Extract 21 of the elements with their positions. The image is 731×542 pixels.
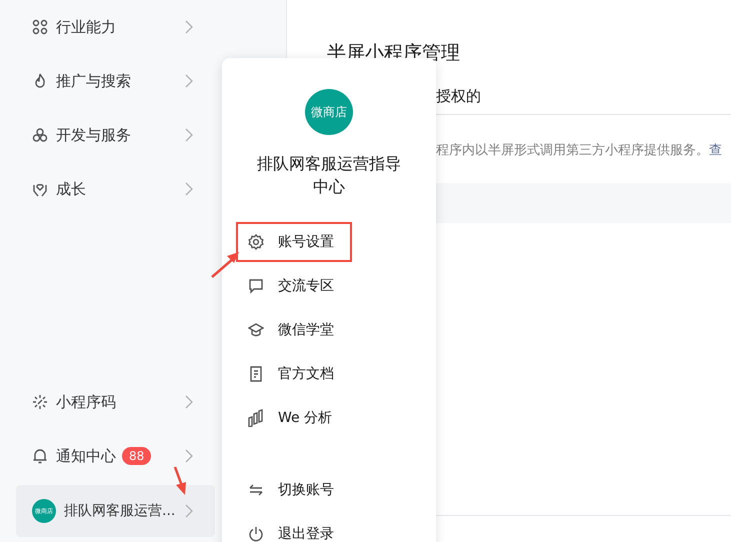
sidebar-item[interactable]: 成长 — [16, 162, 215, 216]
sidebar-item[interactable]: 推广与搜索 — [16, 54, 215, 108]
menu-item[interactable]: 交流专区 — [236, 266, 422, 306]
sidebar-item[interactable]: 行业能力 — [16, 0, 215, 54]
sidebar-item[interactable]: 小程序码 — [16, 375, 215, 429]
count-badge: 88 — [122, 447, 152, 465]
description: 程序内以半屏形式调用第三方小程序提供服务。查 — [436, 142, 723, 159]
account-name: 排队网客服运营指导中心 — [256, 153, 402, 198]
menu-item[interactable]: 切换账号 — [236, 470, 422, 510]
link[interactable]: 查 — [709, 143, 722, 158]
avatar: 微商店 — [305, 89, 353, 135]
menu-item[interactable]: We 分析 — [236, 398, 422, 438]
menu-item[interactable]: 微信学堂 — [236, 310, 422, 350]
menu-item[interactable]: 账号设置 — [236, 222, 352, 262]
sidebar-item[interactable]: 通知中心 88 — [16, 429, 215, 483]
item-label: 通知中心 — [56, 446, 116, 466]
menu-item[interactable]: 退出登录 — [236, 514, 422, 542]
menu-item[interactable]: 官方文档 — [236, 354, 422, 394]
sidebar-item[interactable]: 开发与服务 — [16, 108, 215, 162]
tab[interactable]: 授权的 — [436, 87, 481, 105]
item-label: 小程序码 — [56, 392, 116, 412]
